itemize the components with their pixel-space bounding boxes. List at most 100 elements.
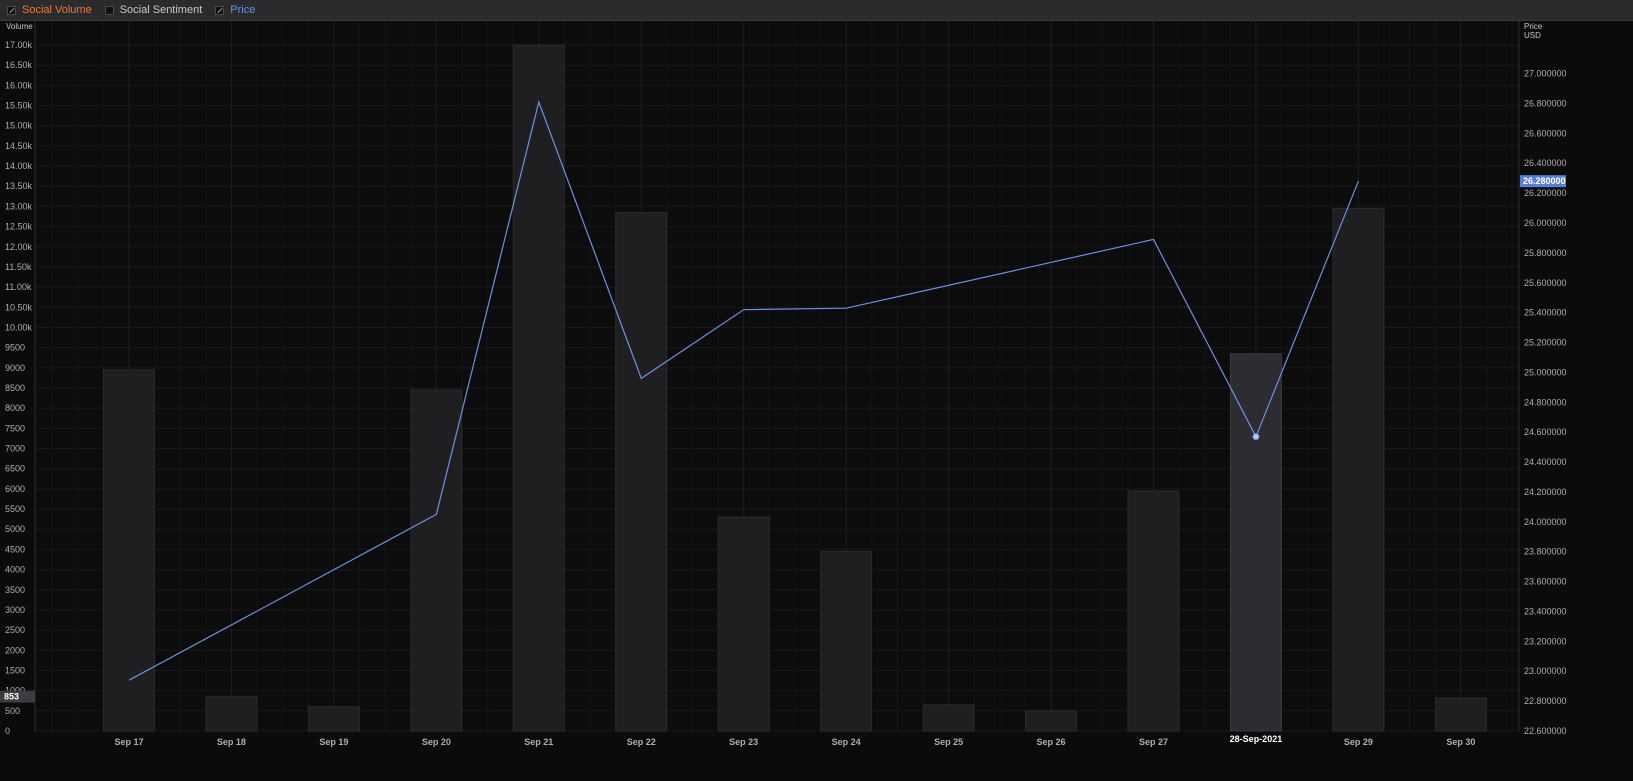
- legend-label-social-volume: Social Volume: [22, 4, 92, 16]
- x-tick-label: Sep 30: [1446, 737, 1475, 747]
- right-tick-label: 25.000000: [1524, 367, 1567, 377]
- volume-bar[interactable]: [820, 550, 873, 732]
- crosshair-price-label: 26.280000: [1523, 176, 1566, 186]
- left-tick-label: 9000: [5, 363, 25, 373]
- x-tick-label: Sep 21: [524, 737, 553, 747]
- x-tick-label: Sep 26: [1037, 737, 1066, 747]
- right-tick-label: 24.200000: [1524, 487, 1567, 497]
- left-tick-label: 9500: [5, 343, 25, 353]
- x-tick-label: Sep 20: [422, 737, 451, 747]
- volume-bar[interactable]: [1025, 710, 1078, 732]
- volume-bar[interactable]: [717, 516, 770, 732]
- x-tick-label: Sep 23: [729, 737, 758, 747]
- volume-bar[interactable]: [205, 696, 258, 732]
- left-tick-label: 2000: [5, 645, 25, 655]
- left-tick-label: 13.00k: [5, 201, 33, 211]
- left-tick-label: 11.50k: [5, 262, 32, 272]
- right-tick-label: 22.600000: [1524, 726, 1567, 736]
- right-axis-title: Price: [1524, 22, 1543, 31]
- legend-label-price: Price: [230, 4, 256, 16]
- left-tick-label: 13.50k: [5, 181, 33, 191]
- x-tick-label: Sep 29: [1344, 737, 1373, 747]
- left-tick-label: 7000: [5, 444, 25, 454]
- right-tick-label: 24.000000: [1524, 517, 1567, 527]
- right-tick-label: 27.000000: [1524, 69, 1567, 79]
- x-tick-label: Sep 17: [114, 737, 143, 747]
- left-tick-label: 16.00k: [5, 80, 33, 90]
- legend-item-price[interactable]: Price: [215, 4, 255, 16]
- right-axis-subtitle: USD: [1524, 31, 1541, 40]
- legend-item-social-volume[interactable]: Social Volume: [7, 4, 92, 16]
- x-tick-label: Sep 24: [832, 737, 861, 747]
- volume-bar[interactable]: [512, 44, 565, 732]
- left-tick-label: 5000: [5, 524, 25, 534]
- volume-bar[interactable]: [1127, 490, 1180, 732]
- left-tick-label: 16.50k: [5, 60, 33, 70]
- right-tick-label: 23.000000: [1524, 666, 1567, 676]
- social-volume-checkbox[interactable]: [7, 5, 16, 15]
- crosshair-date-label: 28-Sep-2021: [1230, 734, 1283, 744]
- right-tick-label: 26.000000: [1524, 218, 1567, 228]
- x-tick-label: Sep 25: [934, 737, 963, 747]
- left-tick-label: 15.50k: [5, 101, 33, 111]
- left-tick-label: 17.00k: [5, 40, 33, 50]
- right-tick-label: 23.800000: [1524, 547, 1567, 557]
- chart-area[interactable]: 0500100015002000250030003500400045005000…: [0, 21, 1633, 781]
- left-tick-label: 15.00k: [5, 121, 33, 131]
- left-tick-label: 10.50k: [5, 302, 33, 312]
- left-tick-label: 10.00k: [5, 322, 33, 332]
- left-tick-label: 0: [5, 726, 10, 736]
- right-tick-label: 23.600000: [1524, 577, 1567, 587]
- left-tick-label: 3000: [5, 605, 25, 615]
- left-tick-label: 14.50k: [5, 141, 33, 151]
- x-tick-label: Sep 27: [1139, 737, 1168, 747]
- left-tick-label: 11.00k: [5, 282, 32, 292]
- volume-bar[interactable]: [922, 704, 975, 732]
- right-tick-label: 23.400000: [1524, 606, 1567, 616]
- crosshair-point: [1252, 433, 1260, 441]
- right-tick-label: 26.800000: [1524, 98, 1567, 108]
- left-tick-label: 2500: [5, 625, 25, 635]
- right-tick-label: 25.600000: [1524, 278, 1567, 288]
- right-tick-label: 25.400000: [1524, 308, 1567, 318]
- left-tick-label: 1500: [5, 665, 25, 675]
- crosshair-volume-label: 853: [4, 692, 19, 702]
- right-tick-label: 22.800000: [1524, 696, 1567, 706]
- legend-bar: Social Volume Social Sentiment Price: [0, 0, 1633, 21]
- volume-bar[interactable]: [103, 369, 155, 732]
- left-tick-label: 3500: [5, 585, 25, 595]
- volume-bar[interactable]: [307, 706, 360, 732]
- left-tick-label: 8500: [5, 383, 25, 393]
- left-tick-label: 4000: [5, 565, 25, 575]
- left-tick-label: 12.50k: [5, 222, 33, 232]
- social-sentiment-checkbox[interactable]: [104, 5, 114, 15]
- left-tick-label: 7500: [5, 423, 25, 433]
- left-tick-label: 4500: [5, 544, 25, 554]
- volume-bar[interactable]: [615, 211, 668, 732]
- x-tick-label: Sep 22: [627, 737, 656, 747]
- x-tick-label: Sep 18: [217, 737, 246, 747]
- right-tick-label: 24.800000: [1524, 397, 1567, 407]
- left-tick-label: 14.00k: [5, 161, 33, 171]
- volume-bar[interactable]: [1332, 207, 1385, 732]
- left-tick-label: 500: [5, 706, 20, 716]
- volume-bar[interactable]: [1434, 697, 1487, 732]
- left-tick-label: 12.00k: [5, 242, 33, 252]
- right-tick-label: 26.600000: [1524, 128, 1567, 138]
- right-tick-label: 25.800000: [1524, 248, 1567, 258]
- legend-item-social-sentiment[interactable]: Social Sentiment: [104, 4, 203, 16]
- left-tick-label: 8000: [5, 403, 25, 413]
- right-tick-label: 26.200000: [1524, 188, 1567, 198]
- left-tick-label: 6500: [5, 464, 25, 474]
- price-checkbox[interactable]: [215, 5, 225, 15]
- grid-lines: [35, 21, 1519, 732]
- right-tick-label: 25.200000: [1524, 338, 1567, 348]
- plot-background: [35, 21, 1519, 731]
- legend-label-social-sentiment: Social Sentiment: [119, 4, 203, 16]
- left-axis-title: Volume: [6, 22, 33, 31]
- left-tick-label: 5500: [5, 504, 25, 514]
- volume-bar[interactable]: [1229, 353, 1282, 732]
- right-tick-label: 24.600000: [1524, 427, 1567, 437]
- right-tick-label: 23.200000: [1524, 636, 1567, 646]
- right-tick-label: 24.400000: [1524, 457, 1567, 467]
